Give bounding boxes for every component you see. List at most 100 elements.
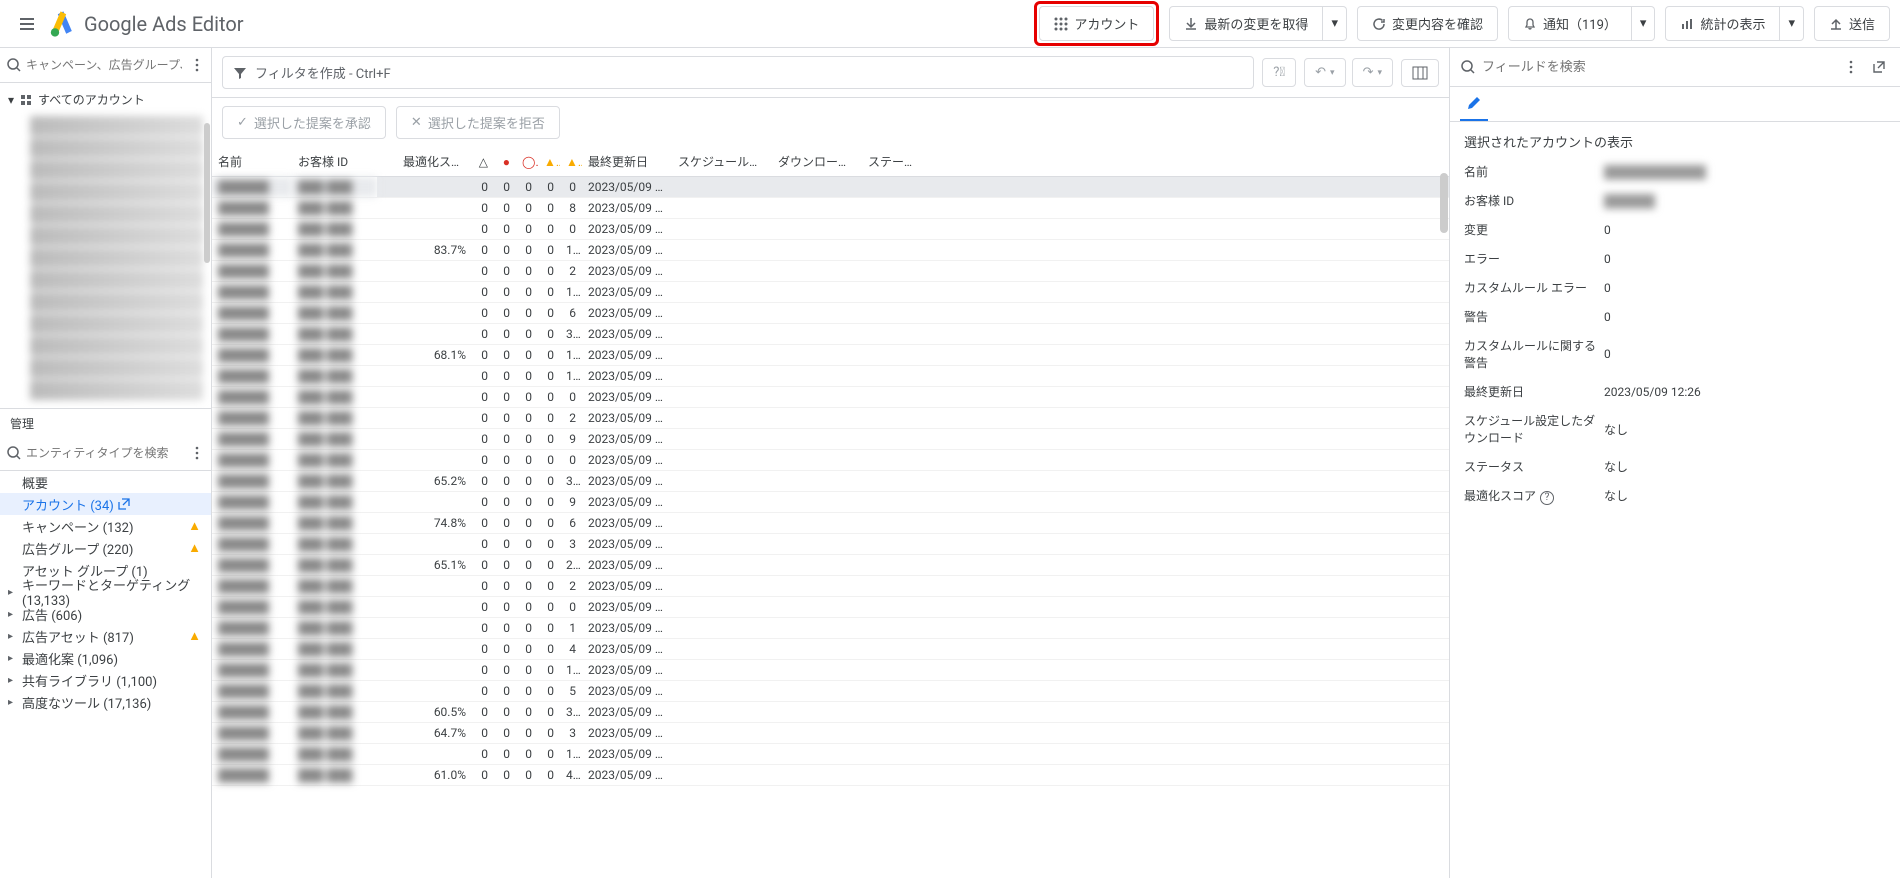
approve-suggestions-button[interactable]: ✓ 選択した提案を承認 bbox=[222, 106, 386, 139]
table-cell: ██████ bbox=[212, 450, 292, 471]
table-row[interactable]: █████████-███000022023/05/09 1… bbox=[212, 261, 1449, 282]
campaign-search-input[interactable] bbox=[26, 58, 182, 72]
field-row: 変更0 bbox=[1450, 215, 1900, 244]
table-cell bbox=[922, 597, 1449, 618]
entity-item[interactable]: ▸共有ライブラリ (1,100) bbox=[0, 669, 211, 691]
entity-search-input[interactable] bbox=[26, 446, 182, 460]
table-row[interactable]: █████████-███0000102023/05/09 1… bbox=[212, 366, 1449, 387]
table-row[interactable]: █████████-███0000112023/05/09 1… bbox=[212, 660, 1449, 681]
table-row[interactable]: █████████-███83.7%0000122023/05/09 1… bbox=[212, 240, 1449, 261]
entity-item[interactable]: キャンペーン (132)▲ bbox=[0, 515, 211, 537]
check-changes-button[interactable]: 変更内容を確認 bbox=[1357, 6, 1498, 41]
table-row[interactable]: █████████-███0000312023/05/09 1… bbox=[212, 324, 1449, 345]
table-row[interactable]: █████████-███000002023/05/09 1… bbox=[212, 450, 1449, 471]
send-button[interactable]: 送信 bbox=[1814, 6, 1890, 41]
col-last-update[interactable]: 最終更新日 bbox=[582, 147, 672, 177]
table-row[interactable]: █████████-███000002023/05/09 1… bbox=[212, 387, 1449, 408]
edit-tab[interactable] bbox=[1460, 87, 1488, 121]
table-row[interactable]: █████████-███64.7%000032023/05/09 1… bbox=[212, 723, 1449, 744]
table-row[interactable]: █████████-███000002023/05/09 1… bbox=[212, 177, 1449, 198]
more-icon[interactable] bbox=[186, 54, 208, 76]
col-download[interactable]: ダウンロードの選択 bbox=[772, 147, 862, 177]
table-row[interactable]: █████████-███000092023/05/09 1… bbox=[212, 429, 1449, 450]
entity-item[interactable]: ▸最適化案 (1,096) bbox=[0, 647, 211, 669]
table-cell: 0 bbox=[516, 597, 538, 618]
stats-dropdown[interactable]: ▾ bbox=[1780, 6, 1804, 41]
entity-item[interactable]: ▸高度なツール (17,136) bbox=[0, 691, 211, 713]
entity-item[interactable]: ▸広告 (606) bbox=[0, 603, 211, 625]
col-name[interactable]: 名前 bbox=[212, 147, 292, 177]
columns-button[interactable] bbox=[1401, 59, 1439, 87]
table-cell bbox=[672, 765, 772, 786]
notifications-dropdown[interactable]: ▾ bbox=[1632, 6, 1656, 41]
table-cell: 0 bbox=[516, 555, 538, 576]
table-row[interactable]: █████████-███68.1%0000152023/05/09 1… bbox=[212, 345, 1449, 366]
table-row[interactable]: █████████-███000082023/05/09 1… bbox=[212, 198, 1449, 219]
get-changes-button[interactable]: 最新の変更を取得 bbox=[1169, 6, 1323, 41]
table-row[interactable]: █████████-███000022023/05/09 1… bbox=[212, 408, 1449, 429]
all-accounts-row[interactable]: ▾ すべてのアカウント bbox=[0, 87, 211, 112]
entity-item[interactable]: ▸キーワードとターゲティング (13,133) bbox=[0, 581, 211, 603]
table-row[interactable]: █████████-███0000112023/05/09 1… bbox=[212, 282, 1449, 303]
entity-item[interactable]: 概要 bbox=[0, 471, 211, 493]
table-row[interactable]: █████████-███000042023/05/09 1… bbox=[212, 639, 1449, 660]
table-row[interactable]: █████████-███000022023/05/09 1… bbox=[212, 576, 1449, 597]
col-warning1-icon[interactable]: ▲ bbox=[538, 147, 560, 177]
table-row[interactable]: █████████-███60.5%0000312023/05/09 1… bbox=[212, 702, 1449, 723]
table-row[interactable]: █████████-███000002023/05/09 1… bbox=[212, 219, 1449, 240]
table-cell bbox=[377, 408, 397, 429]
get-changes-dropdown[interactable]: ▾ bbox=[1323, 6, 1347, 41]
table-cell bbox=[922, 471, 1449, 492]
col-opt-score[interactable]: 最適化スコア bbox=[397, 147, 472, 177]
col-customer-id[interactable]: お客様 ID bbox=[292, 147, 377, 177]
open-external-icon[interactable] bbox=[118, 498, 130, 510]
undo-button[interactable]: ↶▾ bbox=[1304, 58, 1345, 87]
table-cell: 0 bbox=[494, 702, 516, 723]
hamburger-menu[interactable] bbox=[10, 7, 44, 41]
col-status[interactable]: ステータス bbox=[862, 147, 922, 177]
table-cell bbox=[862, 471, 922, 492]
redo-button[interactable]: ↷▾ bbox=[1352, 58, 1393, 87]
table-row[interactable]: █████████-███0000152023/05/09 1… bbox=[212, 744, 1449, 765]
stats-button[interactable]: 統計の表示 bbox=[1665, 6, 1780, 41]
table-row[interactable]: █████████-███74.8%000062023/05/09 1… bbox=[212, 513, 1449, 534]
filter-input[interactable]: フィルタを作成 - Ctrl+F bbox=[222, 56, 1254, 89]
col-delta-icon[interactable]: △ bbox=[472, 147, 494, 177]
reject-suggestions-button[interactable]: ✕ 選択した提案を拒否 bbox=[396, 106, 560, 139]
table-row[interactable]: █████████-███000052023/05/09 1… bbox=[212, 681, 1449, 702]
table-cell: 0 bbox=[538, 681, 560, 702]
open-external-icon[interactable] bbox=[1868, 56, 1890, 78]
table-row[interactable]: █████████-███65.2%0000312023/05/09 1… bbox=[212, 471, 1449, 492]
entity-search-row bbox=[0, 436, 211, 471]
table-row[interactable]: █████████-███000002023/05/09 1… bbox=[212, 597, 1449, 618]
table-row[interactable]: █████████-███65.1%0000202023/05/09 1… bbox=[212, 555, 1449, 576]
more-icon[interactable] bbox=[1840, 56, 1862, 78]
col-schedule[interactable]: スケジュール設定し… bbox=[672, 147, 772, 177]
accounts-button[interactable]: アカウント bbox=[1039, 6, 1154, 41]
entity-item[interactable]: アカウント (34) bbox=[0, 493, 211, 515]
notifications-button[interactable]: 通知（119） bbox=[1508, 6, 1632, 41]
entity-item[interactable]: 広告グループ (220)▲ bbox=[0, 537, 211, 559]
warning-circle-icon: ◯ bbox=[522, 155, 535, 169]
table-cell: 0 bbox=[516, 282, 538, 303]
table-cell bbox=[397, 408, 472, 429]
field-search-input[interactable] bbox=[1482, 60, 1834, 75]
table-cell: 2023/05/09 1… bbox=[582, 303, 672, 324]
table-row[interactable]: █████████-███000092023/05/09 1… bbox=[212, 492, 1449, 513]
table-cell bbox=[397, 261, 472, 282]
table-cell: 2023/05/09 1… bbox=[582, 324, 672, 345]
help-icon[interactable]: ? bbox=[1540, 491, 1554, 505]
table-scrollbar[interactable] bbox=[1440, 173, 1448, 233]
table-row[interactable]: █████████-███000032023/05/09 1… bbox=[212, 534, 1449, 555]
help-icon-button[interactable]: ?⃝ bbox=[1262, 58, 1296, 87]
col-warning-circle-icon[interactable]: ◯ bbox=[516, 147, 538, 177]
table-row[interactable]: █████████-███000012023/05/09 1… bbox=[212, 618, 1449, 639]
more-icon[interactable] bbox=[186, 442, 208, 464]
table-row[interactable]: █████████-███000062023/05/09 1… bbox=[212, 303, 1449, 324]
table-row[interactable]: █████████-███61.0%0000422023/05/09 1… bbox=[212, 765, 1449, 786]
upload-icon bbox=[1829, 17, 1843, 31]
col-error-icon[interactable]: ● bbox=[494, 147, 516, 177]
tree-scrollbar[interactable] bbox=[204, 123, 210, 263]
col-warning2-icon[interactable]: ▲ bbox=[560, 147, 582, 177]
entity-item[interactable]: ▸広告アセット (817)▲ bbox=[0, 625, 211, 647]
